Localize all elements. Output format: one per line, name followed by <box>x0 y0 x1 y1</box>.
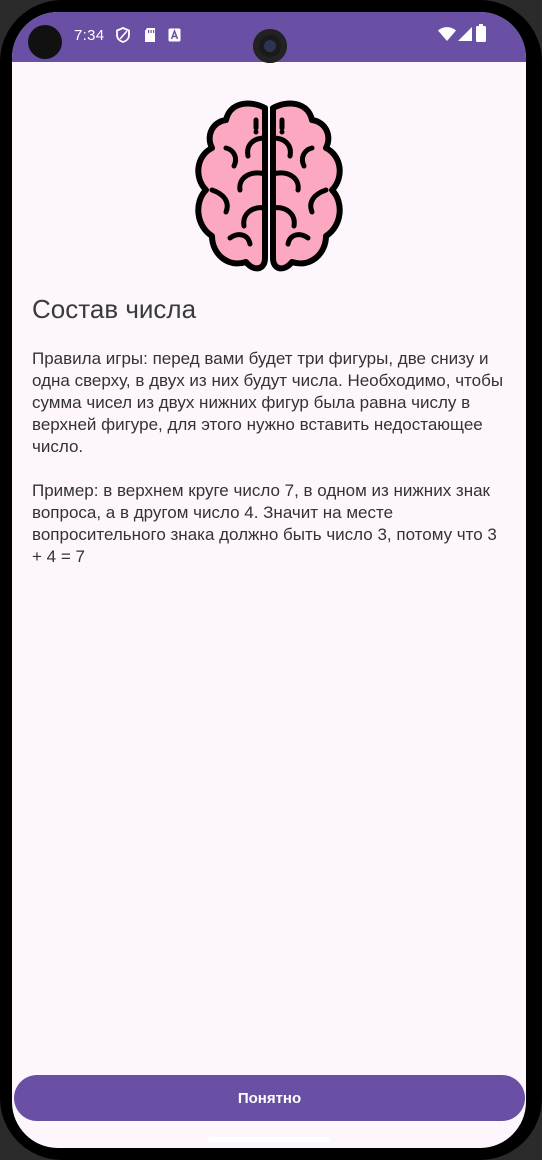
front-camera <box>253 29 287 63</box>
ok-button[interactable]: Понятно <box>14 1075 525 1121</box>
signal-icon <box>458 27 472 41</box>
status-bar: 7:34 <box>12 12 526 63</box>
example-text: Пример: в верхнем круге число 7, в одном… <box>32 481 497 566</box>
font-a-icon <box>168 28 181 42</box>
page-title: Состав числа <box>32 294 197 324</box>
rules-text: Правила игры: перед вами будет три фигур… <box>32 349 504 456</box>
shield-icon <box>116 27 130 43</box>
wifi-icon <box>438 27 456 41</box>
phone-frame: 7:34 Состав числа Правила игры: перед ва… <box>0 0 542 1160</box>
sd-card-icon <box>145 28 155 42</box>
battery-icon <box>476 24 486 42</box>
status-time: 7:34 <box>74 27 105 44</box>
front-camera-left <box>28 25 62 59</box>
brain-icon <box>195 100 343 272</box>
content-area: Состав числа Правила игры: перед вами бу… <box>12 62 526 1148</box>
screen: 7:34 Состав числа Правила игры: перед ва… <box>12 12 526 1148</box>
home-indicator[interactable] <box>208 1137 330 1142</box>
